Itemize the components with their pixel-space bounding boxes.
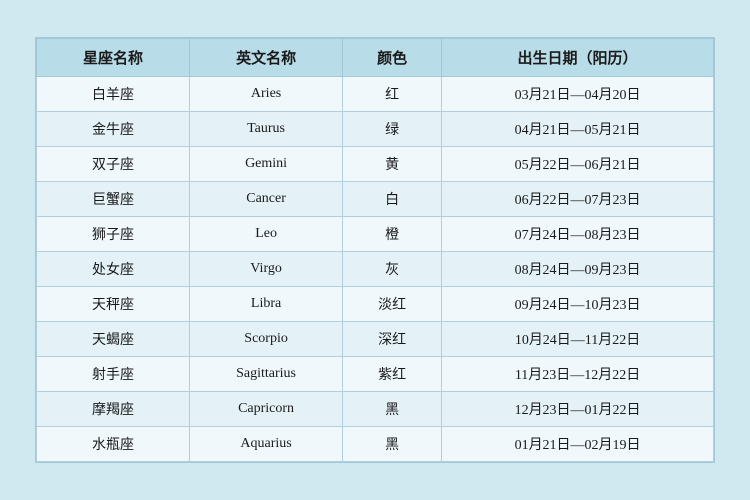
table-header-row: 星座名称 英文名称 颜色 出生日期（阳历）: [37, 39, 714, 77]
cell-dates: 11月23日—12月22日: [442, 357, 714, 392]
cell-chinese: 摩羯座: [37, 392, 190, 427]
cell-english: Sagittarius: [190, 357, 343, 392]
cell-dates: 10月24日—11月22日: [442, 322, 714, 357]
col-header-color: 颜色: [343, 39, 442, 77]
table-row: 摩羯座Capricorn黑12月23日—01月22日: [37, 392, 714, 427]
cell-color: 深红: [343, 322, 442, 357]
cell-chinese: 天蝎座: [37, 322, 190, 357]
cell-color: 白: [343, 182, 442, 217]
table-row: 巨蟹座Cancer白06月22日—07月23日: [37, 182, 714, 217]
cell-dates: 06月22日—07月23日: [442, 182, 714, 217]
cell-dates: 05月22日—06月21日: [442, 147, 714, 182]
cell-english: Libra: [190, 287, 343, 322]
cell-english: Scorpio: [190, 322, 343, 357]
cell-english: Capricorn: [190, 392, 343, 427]
cell-color: 淡红: [343, 287, 442, 322]
cell-dates: 07月24日—08月23日: [442, 217, 714, 252]
cell-dates: 01月21日—02月19日: [442, 427, 714, 462]
cell-chinese: 处女座: [37, 252, 190, 287]
cell-chinese: 水瓶座: [37, 427, 190, 462]
cell-chinese: 射手座: [37, 357, 190, 392]
table-row: 狮子座Leo橙07月24日—08月23日: [37, 217, 714, 252]
col-header-dates: 出生日期（阳历）: [442, 39, 714, 77]
table-row: 白羊座Aries红03月21日—04月20日: [37, 77, 714, 112]
cell-color: 紫红: [343, 357, 442, 392]
cell-color: 黑: [343, 427, 442, 462]
cell-chinese: 巨蟹座: [37, 182, 190, 217]
cell-chinese: 白羊座: [37, 77, 190, 112]
cell-dates: 12月23日—01月22日: [442, 392, 714, 427]
zodiac-table-container: 星座名称 英文名称 颜色 出生日期（阳历） 白羊座Aries红03月21日—04…: [35, 37, 715, 463]
cell-english: Cancer: [190, 182, 343, 217]
col-header-chinese: 星座名称: [37, 39, 190, 77]
cell-dates: 04月21日—05月21日: [442, 112, 714, 147]
table-row: 天蝎座Scorpio深红10月24日—11月22日: [37, 322, 714, 357]
cell-color: 橙: [343, 217, 442, 252]
cell-english: Taurus: [190, 112, 343, 147]
cell-chinese: 双子座: [37, 147, 190, 182]
cell-color: 黄: [343, 147, 442, 182]
cell-color: 黑: [343, 392, 442, 427]
table-row: 金牛座Taurus绿04月21日—05月21日: [37, 112, 714, 147]
col-header-english: 英文名称: [190, 39, 343, 77]
cell-english: Aquarius: [190, 427, 343, 462]
cell-color: 绿: [343, 112, 442, 147]
cell-english: Virgo: [190, 252, 343, 287]
cell-chinese: 天秤座: [37, 287, 190, 322]
cell-chinese: 狮子座: [37, 217, 190, 252]
cell-dates: 09月24日—10月23日: [442, 287, 714, 322]
cell-dates: 08月24日—09月23日: [442, 252, 714, 287]
table-row: 处女座Virgo灰08月24日—09月23日: [37, 252, 714, 287]
cell-color: 灰: [343, 252, 442, 287]
cell-dates: 03月21日—04月20日: [442, 77, 714, 112]
table-row: 水瓶座Aquarius黑01月21日—02月19日: [37, 427, 714, 462]
table-row: 射手座Sagittarius紫红11月23日—12月22日: [37, 357, 714, 392]
zodiac-table: 星座名称 英文名称 颜色 出生日期（阳历） 白羊座Aries红03月21日—04…: [36, 38, 714, 462]
table-row: 双子座Gemini黄05月22日—06月21日: [37, 147, 714, 182]
cell-chinese: 金牛座: [37, 112, 190, 147]
table-row: 天秤座Libra淡红09月24日—10月23日: [37, 287, 714, 322]
cell-color: 红: [343, 77, 442, 112]
cell-english: Aries: [190, 77, 343, 112]
cell-english: Leo: [190, 217, 343, 252]
table-body: 白羊座Aries红03月21日—04月20日金牛座Taurus绿04月21日—0…: [37, 77, 714, 462]
cell-english: Gemini: [190, 147, 343, 182]
